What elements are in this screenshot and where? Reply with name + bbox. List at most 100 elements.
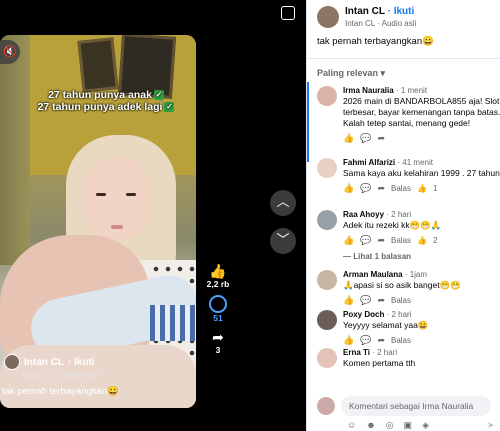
video-viewer: 27 tahun punya anak ✓ 27 tahun punya adek… [0, 0, 306, 431]
comment-time[interactable]: · 1 menit [396, 86, 427, 95]
share-count: 3 [215, 345, 221, 355]
panel-author: Intan CL · Ikuti [345, 6, 416, 17]
comment-text: Sama kaya aku kelahiran 1999 . 27 tahun [343, 168, 500, 178]
comment-item: Erna Ti · 2 hari Komen pertama tth [317, 348, 500, 369]
avatar [317, 397, 335, 415]
comment-text: Adek itu rezeki kk😁😁🙏 [343, 220, 442, 230]
comment-time[interactable]: · 2 hari [386, 210, 411, 219]
comment-highlight [307, 82, 309, 162]
audio-label[interactable]: Intan CL · Audio asli [345, 19, 416, 28]
reaction-count: 2 [432, 236, 438, 245]
comment-item: Fahmi Alfarizi · 41 menit Sama kaya aku … [317, 158, 500, 194]
share-action[interactable]: ➦ 3 [212, 329, 224, 355]
share-icon[interactable]: ➦ [377, 335, 385, 346]
composer-tools: ☺ ☻ ◎ ▣ ◈ [347, 420, 429, 431]
share-icon[interactable]: ➦ [377, 235, 385, 246]
chevron-up-icon[interactable]: ︿ [270, 190, 296, 216]
comment-time[interactable]: · 41 menit [397, 158, 433, 167]
comment-time[interactable]: · 2 hari [372, 348, 397, 357]
follow-link[interactable]: · Ikuti [68, 357, 95, 368]
emoji-icon[interactable]: ☻ [366, 420, 375, 431]
author-name[interactable]: Intan CL [345, 6, 385, 17]
replies-label[interactable]: Lihat 1 balasan [353, 252, 411, 261]
check-icon: ✓ [164, 102, 175, 113]
video-author: Intan CL · Ikuti [4, 354, 95, 370]
commenter-name[interactable]: Fahmi Alfarizi [343, 158, 395, 167]
share-icon[interactable]: ➦ [377, 183, 385, 194]
comment-actions: 👍 💬 ➦ [343, 133, 500, 144]
avatar[interactable] [317, 348, 337, 368]
overlay-text-line1: 27 tahun punya anak ✓ [36, 89, 176, 101]
share-icon[interactable]: ➦ [377, 133, 385, 144]
avatar[interactable] [317, 210, 337, 230]
post-caption: tak pernah terbayangkan😀 [317, 36, 434, 47]
curtain [0, 35, 30, 265]
like-icon[interactable]: 👍 [343, 335, 354, 346]
share-icon[interactable]: ➦ [377, 295, 385, 306]
like-icon[interactable]: 👍 [343, 183, 354, 194]
comments-panel: Intan CL · Ikuti Intan CL · Audio asli t… [306, 0, 500, 431]
commenter-name[interactable]: Raa Ahoyy [343, 210, 384, 219]
video-player[interactable]: 27 tahun punya anak ✓ 27 tahun punya adek… [0, 35, 196, 408]
send-icon[interactable]: ➤ [487, 420, 495, 431]
reply-link[interactable]: Balas [391, 336, 411, 345]
follow-link[interactable]: · Ikuti [388, 6, 415, 17]
comment-icon[interactable]: 💬 [360, 235, 371, 246]
picture-frame [77, 37, 119, 93]
comment-author: Raa Ahoyy · 2 hari [343, 210, 500, 219]
comment-text: 🙏apasi si so asik banget😁😁 [343, 280, 461, 290]
divider [307, 58, 500, 59]
switch-view-icon[interactable] [281, 6, 295, 20]
commenter-name[interactable]: Poxy Doch [343, 310, 384, 319]
sort-dropdown[interactable]: Paling relevan ▾ [317, 68, 385, 79]
avatar[interactable] [317, 310, 337, 330]
comment-item: Raa Ahoyy · 2 hari Adek itu rezeki kk😁😁🙏… [317, 210, 500, 246]
audio-label[interactable]: Intan CL · Audio asli [22, 370, 98, 380]
avatar[interactable] [317, 6, 339, 28]
avatar[interactable] [317, 86, 337, 106]
thumbs-up-icon: 👍 [209, 263, 227, 279]
comment-composer: Komentari sebagai Irma Nauralia [317, 396, 491, 416]
like-icon[interactable]: 👍 [343, 295, 354, 306]
lip [111, 225, 123, 229]
comment-item: Poxy Doch · 2 hari Yeyyyy selamat yaa😀 👍… [317, 310, 500, 346]
striped-cloth [150, 305, 196, 341]
sticker-pack-icon[interactable]: ◈ [422, 420, 429, 431]
reaction-icon: 👍 [417, 184, 427, 193]
reaction-icon: 👍 [417, 236, 427, 245]
reply-link[interactable]: Balas [391, 184, 411, 193]
chevron-down-icon[interactable]: ﹀ [270, 228, 296, 254]
comment-icon[interactable]: 💬 [360, 183, 371, 194]
gif-icon[interactable]: ▣ [404, 420, 413, 431]
comment-action[interactable]: 51 [209, 295, 227, 323]
avatar[interactable] [317, 270, 337, 290]
comment-icon [209, 295, 227, 313]
comment-author: Poxy Doch · 2 hari [343, 310, 500, 319]
author-name[interactable]: Intan CL [24, 357, 64, 368]
comment-input[interactable]: Komentari sebagai Irma Nauralia [341, 396, 491, 416]
comment-time[interactable]: · 2 hari [387, 310, 412, 319]
panel-header: Intan CL · Ikuti Intan CL · Audio asli [317, 6, 416, 28]
reply-link[interactable]: Balas [391, 236, 411, 245]
eye [96, 193, 106, 196]
commenter-name[interactable]: Erna Ti [343, 348, 370, 357]
avatar[interactable] [317, 158, 337, 178]
like-icon[interactable]: 👍 [343, 235, 354, 246]
share-icon: ➦ [212, 329, 224, 345]
comment-actions: 👍 💬 ➦ Balas 👍 1 [343, 183, 500, 194]
app-root: 27 tahun punya anak ✓ 27 tahun punya adek… [0, 0, 500, 431]
commenter-name[interactable]: Arman Maulana [343, 270, 403, 279]
comment-icon[interactable]: 💬 [360, 295, 371, 306]
commenter-name[interactable]: Irma Nauralia [343, 86, 394, 95]
view-replies-link[interactable]: — Lihat 1 balasan [343, 252, 411, 261]
like-action[interactable]: 👍 2,2 rb [207, 263, 230, 289]
comment-author: Fahmi Alfarizi · 41 menit [343, 158, 500, 167]
comment-time[interactable]: · 1jam [405, 270, 427, 279]
like-icon[interactable]: 👍 [343, 133, 354, 144]
sticker-icon[interactable]: ☺ [347, 420, 356, 431]
camera-icon[interactable]: ◎ [386, 420, 394, 431]
avatar[interactable] [4, 354, 20, 370]
comment-icon[interactable]: 💬 [360, 133, 371, 144]
reply-link[interactable]: Balas [391, 296, 411, 305]
comment-icon[interactable]: 💬 [360, 335, 371, 346]
